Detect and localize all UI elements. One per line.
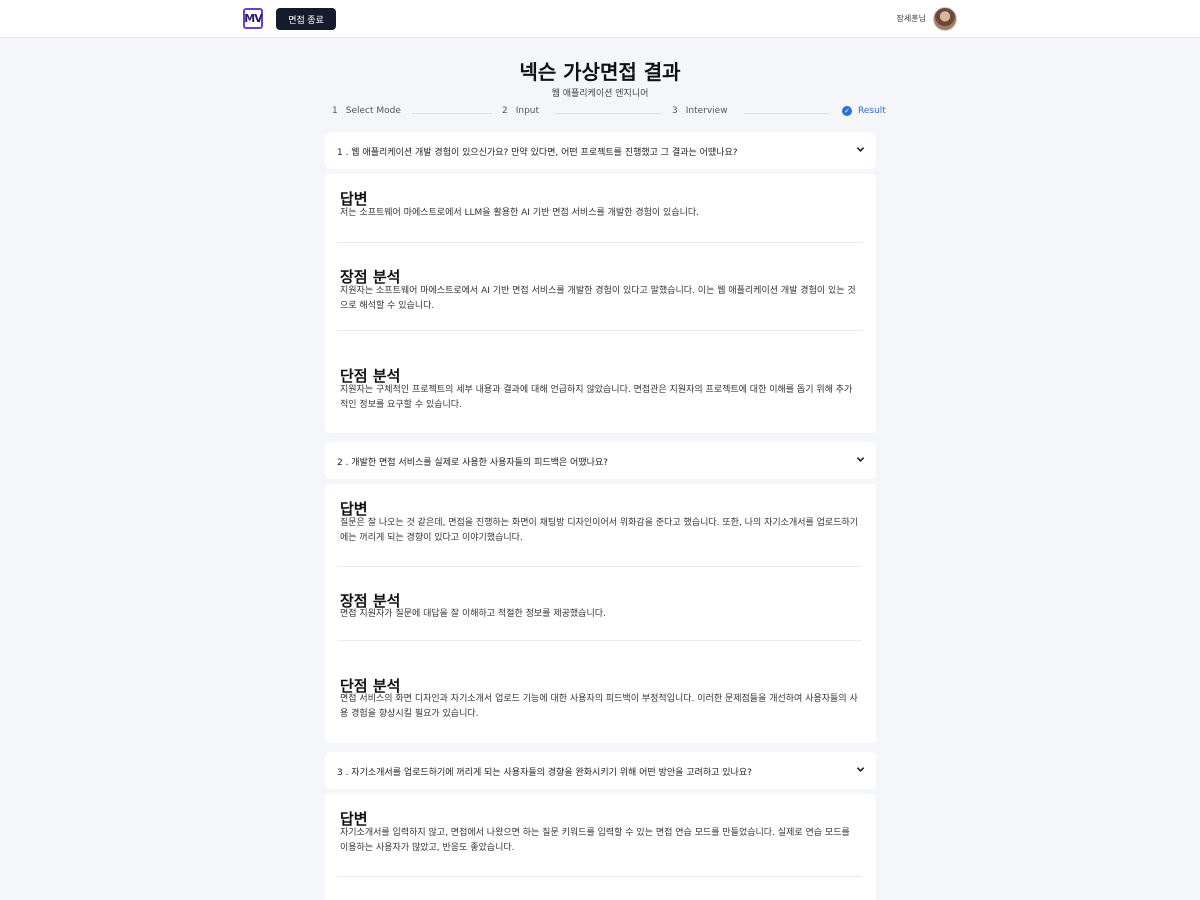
step-number: 2 (502, 106, 508, 116)
question-1-result-panel: 답변 저는 소프트웨어 마에스트로에서 LLM을 활용한 AI 기반 면접 서비… (325, 174, 876, 433)
question-accordion-2[interactable]: 2 . 개발한 면접 서비스를 실제로 사용한 사용자들의 피드백은 어땠나요? (325, 442, 876, 479)
divider (337, 242, 862, 243)
chevron-down-icon[interactable] (856, 145, 865, 154)
end-interview-button[interactable]: 면접 종료 (276, 8, 336, 30)
step-label: Select Mode (345, 106, 401, 116)
divider (337, 566, 862, 567)
step-label: Result (858, 106, 886, 116)
strength-text: 면접 지원자가 질문에 대답을 잘 이해하고 적절한 정보를 제공했습니다. (340, 609, 606, 619)
chevron-down-icon[interactable] (856, 455, 865, 464)
question-accordion-3[interactable]: 3 . 자기소개서를 업로드하기에 꺼리게 되는 사용자들의 경향을 완화시키기… (325, 752, 876, 789)
step-connector (554, 113, 662, 114)
weakness-text: 지원자는 구체적인 프로젝트의 세부 내용과 결과에 대해 언급하지 않았습니다… (340, 385, 853, 410)
logo[interactable]: MV (243, 8, 263, 29)
step-interview: 3 Interview (672, 106, 728, 116)
divider (337, 330, 862, 331)
step-label: Interview (685, 106, 728, 116)
step-input: 2 Input (502, 106, 539, 116)
check-circle-icon: ✓ (842, 106, 852, 116)
strength-text: 지원자는 소프트웨어 마에스트로에서 AI 기반 면접 서비스를 개발한 경험이… (340, 286, 856, 311)
step-select-mode: 1 Select Mode (332, 106, 401, 116)
answer-text: 저는 소프트웨어 마에스트로에서 LLM을 활용한 AI 기반 면접 서비스를 … (340, 208, 700, 218)
stepper: 1 Select Mode 2 Input 3 Interview ✓ Resu… (332, 106, 886, 120)
question-3-result-panel: 답변 자기소개서를 입력하지 않고, 면접에서 나왔으면 하는 질문 키워드를 … (325, 794, 876, 900)
chevron-down-icon[interactable] (856, 765, 865, 774)
step-label: Input (515, 106, 540, 116)
logo-text: MV (244, 12, 262, 25)
question-text: 3 . 자기소개서를 업로드하기에 꺼리게 되는 사용자들의 경향을 완화시키기… (337, 768, 752, 778)
question-accordion-1[interactable]: 1 . 웹 애플리케이션 개발 경험이 있으신가요? 만약 있다면, 어떤 프로… (325, 132, 876, 169)
step-number: 3 (672, 106, 678, 116)
step-number: 1 (332, 106, 338, 116)
avatar[interactable] (933, 7, 957, 31)
divider (337, 640, 862, 641)
answer-text: 질문은 잘 나오는 것 같은데, 면접을 진행하는 화면이 채팅방 디자인이어서… (340, 518, 859, 543)
step-connector (744, 113, 830, 114)
page-subtitle: 웹 애플리케이션 엔지니어 (551, 89, 649, 99)
weakness-text: 면접 서비스의 화면 디자인과 자기소개서 업로드 기능에 대한 사용자의 피드… (340, 694, 858, 719)
step-connector (412, 113, 492, 114)
page-title: 넥슨 가상면접 결과 (519, 60, 681, 84)
divider (337, 876, 862, 877)
question-text: 2 . 개발한 면접 서비스를 실제로 사용한 사용자들의 피드백은 어땠나요? (337, 458, 608, 468)
username: 장세훈님 (896, 14, 926, 23)
top-bar: MV 면접 종료 장세훈님 (0, 0, 1200, 38)
question-text: 1 . 웹 애플리케이션 개발 경험이 있으신가요? 만약 있다면, 어떤 프로… (337, 148, 738, 158)
question-2-result-panel: 답변 질문은 잘 나오는 것 같은데, 면접을 진행하는 화면이 채팅방 디자인… (325, 484, 876, 743)
answer-text: 자기소개서를 입력하지 않고, 면접에서 나왔으면 하는 질문 키워드를 입력할… (340, 828, 850, 853)
step-result: ✓ Result (842, 106, 886, 116)
